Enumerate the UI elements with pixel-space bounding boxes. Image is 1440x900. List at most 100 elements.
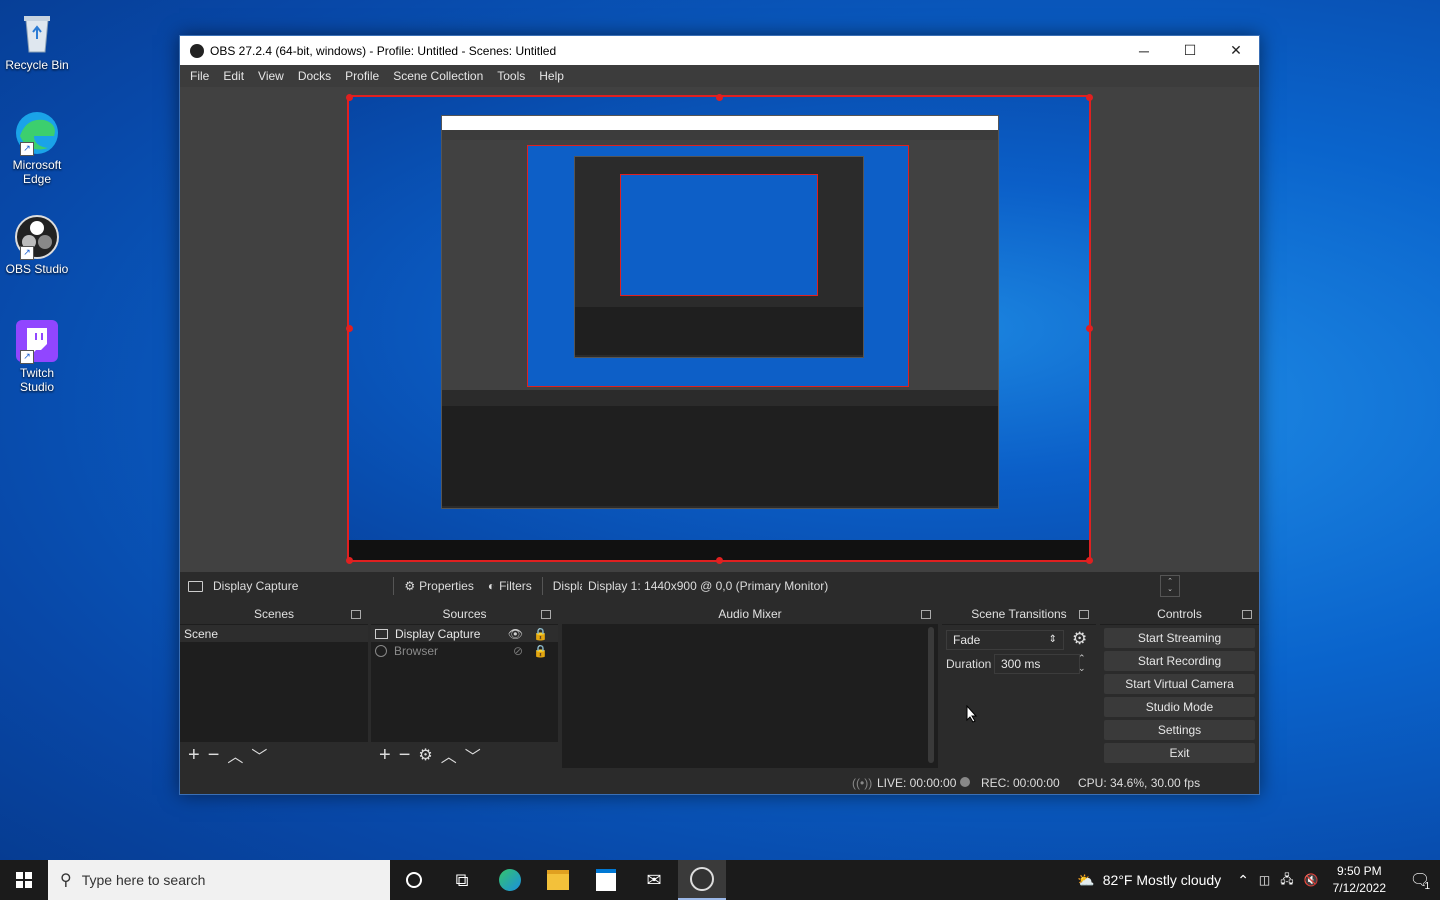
resize-handle[interactable] [346, 325, 353, 332]
taskbar: ⚲ Type here to search ⧉ ✉ ⛅ 82°F Mostly … [0, 860, 1440, 900]
duration-input[interactable]: 300 ms [994, 654, 1080, 674]
notification-count: 1 [1424, 881, 1430, 892]
duration-stepper[interactable]: ⌃ ⌄ [1078, 653, 1086, 673]
resize-handle[interactable] [716, 557, 723, 564]
menu-scene-collection[interactable]: Scene Collection [386, 69, 490, 83]
cpu-status: CPU: 34.6%, 30.00 fps [1078, 776, 1201, 790]
desktop-icon-twitch[interactable]: ↗ Twitch Studio [2, 318, 72, 394]
start-button[interactable] [0, 860, 48, 900]
resize-handle[interactable] [716, 94, 723, 101]
display-select[interactable]: Display 1: 1440x900 @ 0,0 (Primary Monit… [582, 576, 1188, 596]
remove-icon[interactable]: − [399, 744, 411, 767]
clock-date: 7/12/2022 [1332, 881, 1386, 895]
menu-edit[interactable]: Edit [216, 69, 251, 83]
filter-icon: ◐ [487, 579, 496, 593]
gear-icon[interactable]: ⚙ [418, 745, 432, 765]
resize-handle[interactable] [1086, 557, 1093, 564]
move-down-icon[interactable]: ﹀ [465, 743, 481, 767]
desktop-icon-edge[interactable]: ↗ Microsoft Edge [2, 110, 72, 186]
remove-icon[interactable]: − [208, 744, 220, 767]
mixer-scrollbar[interactable] [928, 627, 934, 763]
eye-icon[interactable]: 👁 [508, 627, 523, 641]
source-list-item[interactable]: Display Capture 👁 🔒 [371, 625, 558, 642]
nested-obs-window [441, 115, 999, 509]
menu-view[interactable]: View [251, 69, 291, 83]
undock-icon[interactable] [921, 610, 931, 619]
rec-status: REC: 00:00:00 [981, 776, 1060, 790]
system-tray: ⛅ 82°F Mostly cloudy ⌃ ◫ 🖧 🔇 9:50 PM 7/1… [1077, 860, 1440, 900]
task-view-icon[interactable]: ⧉ [438, 860, 486, 900]
add-icon[interactable]: + [188, 744, 200, 767]
undock-icon[interactable] [1242, 610, 1252, 619]
meet-now-icon[interactable]: ◫ [1259, 873, 1270, 887]
scene-list-item[interactable]: Scene [180, 625, 368, 642]
transition-gear-icon[interactable]: ⚙ [1072, 629, 1087, 649]
sources-title: Sources [442, 607, 487, 621]
microsoft-store-icon[interactable] [582, 860, 630, 900]
taskbar-search-box[interactable]: ⚲ Type here to search [48, 860, 390, 900]
start-streaming-button[interactable]: Start Streaming [1104, 628, 1255, 648]
lock-icon[interactable]: 🔒 [533, 627, 548, 641]
search-icon: ⚲ [60, 872, 72, 889]
undock-icon[interactable] [351, 610, 361, 619]
network-icon[interactable]: 🖧 [1280, 870, 1293, 891]
desktop-icon-recycle-bin[interactable]: Recycle Bin [2, 10, 72, 72]
chevron-up-icon[interactable]: ⌃ [1237, 872, 1249, 889]
resize-handle[interactable] [346, 94, 353, 101]
volume-muted-icon[interactable]: 🔇 [1304, 873, 1319, 887]
audio-mixer-dock: Audio Mixer [562, 604, 938, 768]
obs-icon: ↗ [14, 214, 60, 260]
weather-text[interactable]: 82°F Mostly cloudy [1103, 872, 1221, 888]
scenes-title: Scenes [253, 607, 295, 621]
chevron-updown-icon: ⇕ [1048, 634, 1057, 645]
menu-profile[interactable]: Profile [338, 69, 386, 83]
resize-handle[interactable] [346, 557, 353, 564]
add-icon[interactable]: + [379, 744, 391, 767]
settings-button[interactable]: Settings [1104, 720, 1255, 740]
source-list-item[interactable]: Browser ⊘ 🔒 [371, 642, 558, 659]
move-down-icon[interactable]: ﹀ [251, 743, 267, 767]
gear-icon: ⚙ [404, 579, 416, 593]
start-virtual-camera-button[interactable]: Start Virtual Camera [1104, 674, 1255, 694]
controls-dock: Controls Start Streaming Start Recording… [1100, 604, 1259, 768]
properties-button[interactable]: ⚙ Properties [404, 579, 473, 593]
exit-button[interactable]: Exit [1104, 743, 1255, 763]
preview-area[interactable] [180, 87, 1259, 572]
desktop-icon-label: OBS Studio [5, 262, 69, 276]
move-up-icon[interactable]: ︿ [441, 743, 457, 767]
menu-tools[interactable]: Tools [490, 69, 532, 83]
desktop-icon-obs[interactable]: ↗ OBS Studio [2, 214, 72, 276]
display-select-chevron-icon[interactable]: ⌃ ⌄ [1160, 575, 1180, 597]
undock-icon[interactable] [1079, 610, 1089, 619]
edge-taskbar-icon[interactable] [486, 860, 534, 900]
clock[interactable]: 9:50 PM 7/12/2022 [1319, 863, 1400, 897]
window-title: OBS 27.2.4 (64-bit, windows) - Profile: … [210, 43, 557, 58]
controls-title: Controls [1157, 607, 1202, 621]
title-bar[interactable]: OBS 27.2.4 (64-bit, windows) - Profile: … [180, 36, 1259, 65]
filters-button[interactable]: ◐ Filters [488, 579, 532, 593]
studio-mode-button[interactable]: Studio Mode [1104, 697, 1255, 717]
resize-handle[interactable] [1086, 94, 1093, 101]
weather-icon[interactable]: ⛅ [1077, 872, 1094, 889]
file-explorer-icon[interactable] [534, 860, 582, 900]
transition-select[interactable]: Fade ⇕ [946, 630, 1064, 650]
eye-hidden-icon[interactable]: ⊘ [513, 644, 523, 658]
duration-label: Duration [946, 657, 992, 671]
maximize-button[interactable]: ☐ [1167, 36, 1213, 65]
obs-logo-icon [190, 43, 204, 58]
move-up-icon[interactable]: ︿ [227, 743, 243, 767]
menu-file[interactable]: File [183, 69, 216, 83]
mail-icon[interactable]: ✉ [630, 860, 678, 900]
undock-icon[interactable] [541, 610, 551, 619]
lock-icon[interactable]: 🔒 [533, 644, 548, 658]
resize-handle[interactable] [1086, 325, 1093, 332]
menu-docks[interactable]: Docks [291, 69, 338, 83]
start-recording-button[interactable]: Start Recording [1104, 651, 1255, 671]
minimize-button[interactable]: ─ [1121, 36, 1167, 65]
preview-canvas[interactable] [347, 95, 1091, 562]
cortana-icon[interactable] [390, 860, 438, 900]
close-button[interactable]: ✕ [1213, 36, 1259, 65]
menu-help[interactable]: Help [532, 69, 571, 83]
notification-center-icon[interactable]: 🗨 1 [1400, 860, 1440, 900]
obs-taskbar-icon[interactable] [678, 860, 726, 900]
